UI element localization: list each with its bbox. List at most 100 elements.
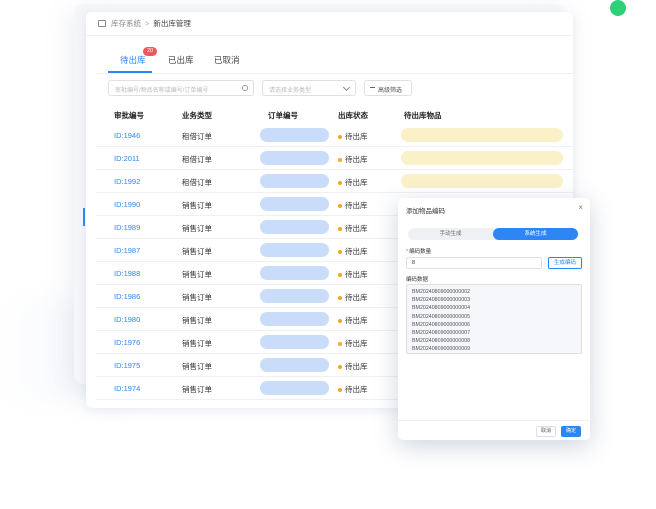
status-dot [338,135,342,140]
order-id-placeholder [260,151,329,165]
order-id-placeholder [260,243,329,257]
close-icon[interactable]: × [578,203,583,212]
code-line: BM20240809000000005 [412,313,471,320]
code-line: BM20240809000000008 [412,338,471,345]
status-text: 待出库 [345,316,368,325]
code-line: BM20240809000000006 [412,321,471,328]
status-cell: 待出库 [338,361,368,372]
code-data-textarea[interactable]: BM20240809000000002 BM20240809000000003 … [406,284,582,354]
cancel-button[interactable]: 取消 [536,426,556,437]
status-dot [338,319,342,324]
status-cell: 待出库 [338,384,368,395]
business-type: 销售订单 [182,224,212,233]
tab-pending[interactable]: 待出库 [120,54,146,66]
quantity-label: *编码数量 [406,247,431,255]
header-status: 出库状态 [338,111,368,120]
status-text: 待出库 [345,247,368,256]
approval-id-link[interactable]: ID:1975 [114,361,140,370]
order-id-placeholder [260,312,329,326]
tab-cancelled[interactable]: 已取消 [214,54,240,66]
filter-icon [370,87,375,92]
status-cell: 待出库 [338,154,368,165]
header-order-id: 订单编号 [268,111,298,120]
approval-id-link[interactable]: ID:2011 [114,154,140,163]
status-dot [338,365,342,370]
status-dot [338,388,342,393]
table-row: ID:2011 租借订单 待出库 [96,147,573,170]
breadcrumb-separator: > [145,19,150,28]
goods-placeholder [401,174,563,188]
breadcrumb-current: 新出库管理 [153,19,191,28]
status-cell: 待出库 [338,338,368,349]
dialog-title: 添加物品编码 [406,208,445,215]
goods-placeholder [401,151,563,165]
approval-id-link[interactable]: ID:1986 [114,292,140,301]
business-type: 销售订单 [182,270,212,279]
code-data-label: 编码数据 [406,277,429,283]
approval-id-link[interactable]: ID:1990 [114,200,140,209]
business-type: 销售订单 [182,293,212,302]
approval-id-link[interactable]: ID:1992 [114,177,140,186]
confirm-button[interactable]: 确定 [561,426,581,437]
business-type: 销售订单 [182,385,212,394]
business-type: 销售订单 [182,339,212,348]
scroll-indicator [83,208,85,226]
order-id-placeholder [260,381,329,395]
header-goods: 待出库物品 [404,111,442,120]
tab-shipped[interactable]: 已出库 [168,54,194,66]
advanced-filter-button[interactable]: 高级筛选 [364,80,412,96]
goods-placeholder [401,128,563,142]
advanced-filter-label: 高级筛选 [378,88,403,94]
status-cell: 待出库 [338,131,368,142]
status-text: 待出库 [345,270,368,279]
filter-bar: 审批编号/物品名称或编号/订单编号 请选择业务类型 高级筛选 [108,80,568,96]
status-text: 待出库 [345,385,368,394]
home-icon [98,20,106,27]
status-text: 待出库 [345,224,368,233]
approval-id-link[interactable]: ID:1987 [114,246,140,255]
status-dot [338,296,342,301]
breadcrumb-root[interactable]: 库存系统 [111,18,141,29]
order-id-placeholder [260,197,329,211]
status-tabs: 待出库 20 已出库 已取消 [96,42,573,74]
breadcrumb: 库存系统 > 新出库管理 [86,12,573,36]
order-id-placeholder [260,128,329,142]
system-generate-option[interactable]: 系统生成 [493,228,578,240]
code-line: BM20240809000000007 [412,330,471,337]
approval-id-link[interactable]: ID:1980 [114,315,140,324]
manual-generate-option[interactable]: 手动生成 [408,228,493,240]
add-item-code-dialog: 添加物品编码 × 手动生成 系统生成 *编码数量 8 生成编码 编码数据 BM2… [398,198,590,440]
status-text: 待出库 [345,178,368,187]
status-cell: 待出库 [338,223,368,234]
status-cell: 待出库 [338,292,368,303]
table-row: ID:1992 租借订单 待出库 [96,170,573,193]
dialog-footer: 取消 确定 [398,420,590,440]
status-text: 待出库 [345,293,368,302]
pending-count-badge: 20 [143,47,157,56]
code-line: BM20240809000000004 [412,305,471,312]
approval-id-link[interactable]: ID:1976 [114,338,140,347]
search-input[interactable]: 审批编号/物品名称或编号/订单编号 [108,80,254,96]
search-icon[interactable] [242,85,248,91]
status-cell: 待出库 [338,315,368,326]
status-cell: 待出库 [338,177,368,188]
code-line: BM20240809000000002 [412,289,471,295]
order-id-placeholder [260,335,329,349]
order-id-placeholder [260,174,329,188]
status-dot [338,158,342,163]
header-approval-id: 审批编号 [114,111,144,120]
approval-id-link[interactable]: ID:1988 [114,269,140,278]
business-type-select[interactable]: 请选择业务类型 [262,80,356,96]
approval-id-link[interactable]: ID:1946 [114,131,140,140]
code-line: BM20240809000000009 [412,346,471,353]
order-id-placeholder [260,220,329,234]
quantity-value: 8 [412,260,416,266]
status-text: 待出库 [345,132,368,141]
approval-id-link[interactable]: ID:1974 [114,384,140,393]
status-dot [338,273,342,278]
status-cell: 待出库 [338,246,368,257]
generate-code-button[interactable]: 生成编码 [548,257,582,269]
quantity-input[interactable]: 8 [406,257,542,269]
status-text: 待出库 [345,201,368,210]
approval-id-link[interactable]: ID:1989 [114,223,140,232]
